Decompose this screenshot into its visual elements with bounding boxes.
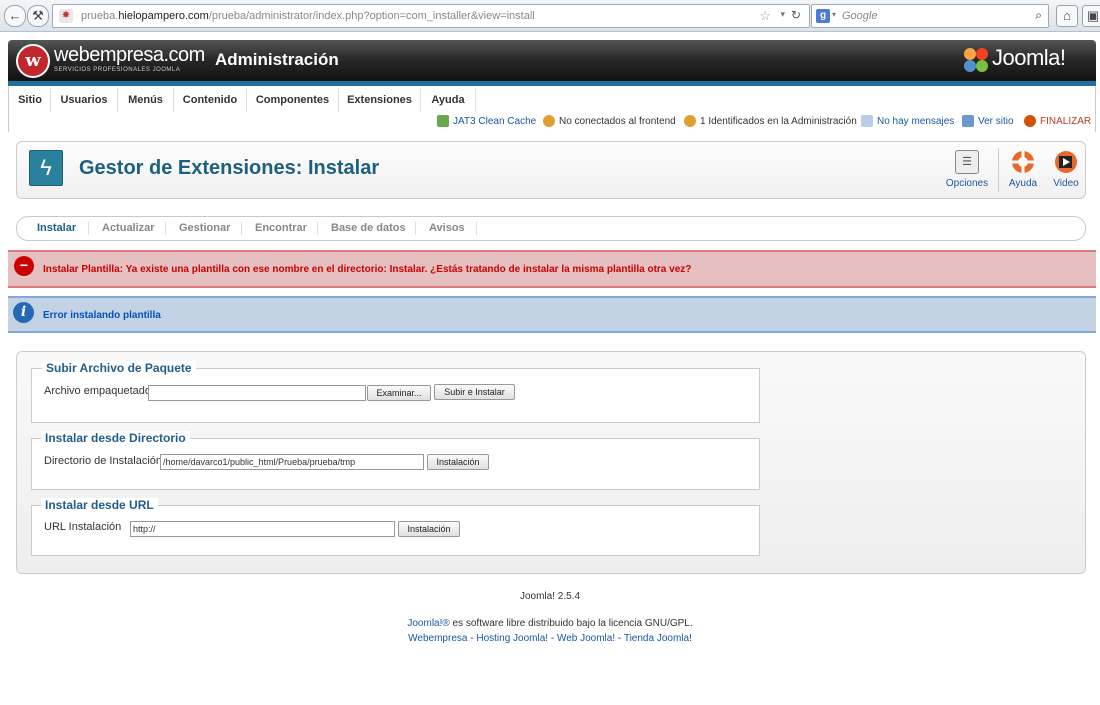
brand-tagline: SERVICIOS PROFESIONALES JOOMLA (54, 67, 181, 73)
status-cache[interactable]: JAT3 Clean Cache (437, 115, 536, 127)
video-button[interactable]: Video (1048, 150, 1084, 189)
footer-links: Webempresa - Hosting Joomla! - Web Jooml… (0, 633, 1100, 644)
lifebuoy-icon (1012, 151, 1034, 173)
menu-extensiones[interactable]: Extensiones (339, 88, 421, 112)
tab-avisos[interactable]: Avisos (429, 222, 465, 234)
logout-link[interactable]: FINALIZAR (1024, 115, 1091, 127)
joomla-logo-text: Joomla! (992, 45, 1066, 70)
joomla-link[interactable]: Joomla!® (407, 618, 449, 629)
dropdown-icon[interactable]: ▾ (780, 9, 785, 20)
search-icon[interactable]: ⌕ (1035, 8, 1042, 23)
home-icon[interactable]: ⌂ (1056, 5, 1078, 27)
reload-icon[interactable]: ↻ (791, 8, 801, 22)
page-title: Gestor de Extensiones: Instalar (79, 157, 380, 179)
webempresa-link[interactable]: Webempresa (408, 633, 467, 644)
tab-encontrar[interactable]: Encontrar (255, 222, 307, 234)
tab-base-de-datos[interactable]: Base de datos (331, 222, 406, 234)
tab-separator (317, 222, 318, 235)
search-input[interactable]: Google (842, 10, 877, 22)
directory-legend: Instalar desde Directorio (41, 431, 190, 445)
back-icon[interactable]: ← (4, 5, 26, 27)
info-icon: i (13, 302, 34, 323)
error-icon: − (14, 256, 34, 276)
license-text: es software libre distribuido bajo la li… (449, 618, 693, 629)
url-legend: Instalar desde URL (41, 498, 158, 512)
user-icon (684, 115, 696, 127)
hosting-joomla-link[interactable]: Hosting Joomla! (476, 633, 548, 644)
recycle-icon (437, 115, 449, 127)
browse-button[interactable]: Examinar... (367, 385, 431, 401)
footer-separator: - (615, 633, 624, 644)
status-messages[interactable]: No hay mensajes (861, 115, 954, 127)
google-icon[interactable]: g (816, 9, 830, 23)
extension-install-icon: ϟ (29, 150, 63, 186)
menu-usuarios[interactable]: Usuarios (51, 88, 118, 112)
menu-contenido[interactable]: Contenido (174, 88, 247, 112)
tab-separator (165, 222, 166, 235)
footer-separator: - (548, 633, 557, 644)
search-engine-dropdown-icon[interactable]: ▾ (832, 10, 836, 19)
tab-separator (415, 222, 416, 235)
options-icon: ☰ (955, 150, 979, 174)
info-message (8, 296, 1096, 333)
footer-separator: - (467, 633, 477, 644)
footer-license: Joomla!® es software libre distribuido b… (0, 618, 1100, 629)
brand-name: webempresa.com (54, 44, 205, 66)
tab-gestionar[interactable]: Gestionar (179, 222, 230, 234)
menu-sitio[interactable]: Sitio (10, 88, 51, 112)
tab-separator (476, 222, 477, 235)
package-file-input[interactable] (148, 385, 366, 401)
status-admins: 1 Identificados en la Administración (684, 115, 857, 127)
joomla-logo-icon (964, 48, 988, 72)
browser-toolbar: ← ⚒ ✸ prueba.hielopampero.com/prueba/adm… (0, 0, 1100, 32)
view-site-link[interactable]: Ver sitio (962, 115, 1014, 127)
tienda-joomla-link[interactable]: Tienda Joomla! (624, 633, 692, 644)
menu-menus[interactable]: Menús (118, 88, 174, 112)
tab-instalar[interactable]: Instalar (37, 222, 76, 234)
directory-install-button[interactable]: Instalación (427, 454, 489, 470)
webempresa-logo-icon: w (16, 44, 50, 78)
star-icon[interactable]: ☆ (759, 8, 771, 24)
url-label: URL Instalación (44, 521, 122, 533)
user-icon (543, 115, 555, 127)
search-bar[interactable]: g ▾ Google ⌕ (811, 4, 1049, 28)
info-text: Error instalando plantilla (43, 310, 161, 321)
upload-label: Archivo empaquetado (44, 385, 152, 397)
url-install-button[interactable]: Instalación (398, 521, 460, 537)
bookmarks-icon[interactable]: ▣ (1082, 5, 1100, 27)
url-input[interactable]: http:// (130, 521, 395, 537)
tab-actualizar[interactable]: Actualizar (102, 222, 155, 234)
joomla-favicon-icon: ✸ (59, 9, 73, 23)
footer-version: Joomla! 2.5.4 (519, 591, 581, 602)
tab-separator (88, 222, 89, 235)
monitor-icon (962, 115, 974, 127)
submenu-tabs (16, 216, 1086, 241)
logout-icon (1024, 115, 1036, 127)
toolbar-divider (998, 148, 999, 192)
error-text: Instalar Plantilla: Ya existe una planti… (43, 264, 692, 275)
menu-ayuda[interactable]: Ayuda (421, 88, 476, 112)
directory-label: Directorio de Instalación (44, 455, 163, 467)
video-icon (1055, 151, 1077, 173)
address-bar[interactable]: ✸ prueba.hielopampero.com/prueba/adminis… (52, 4, 810, 28)
tab-separator (241, 222, 242, 235)
directory-input[interactable]: /home/davarco1/public_html/Prueba/prueba… (160, 454, 424, 470)
status-frontend: No conectados al frontend (543, 115, 676, 127)
admin-title: Administración (215, 50, 339, 69)
upload-install-button[interactable]: Subir e Instalar (434, 384, 515, 400)
menu-componentes[interactable]: Componentes (247, 88, 339, 112)
options-button[interactable]: ☰ Opciones (945, 150, 989, 189)
web-joomla-link[interactable]: Web Joomla! (557, 633, 615, 644)
help-button[interactable]: Ayuda (1004, 150, 1042, 189)
url-text: prueba.hielopampero.com/prueba/administr… (81, 10, 535, 22)
mail-icon (861, 115, 873, 127)
tools-icon[interactable]: ⚒ (27, 5, 49, 27)
upload-legend: Subir Archivo de Paquete (42, 361, 196, 375)
